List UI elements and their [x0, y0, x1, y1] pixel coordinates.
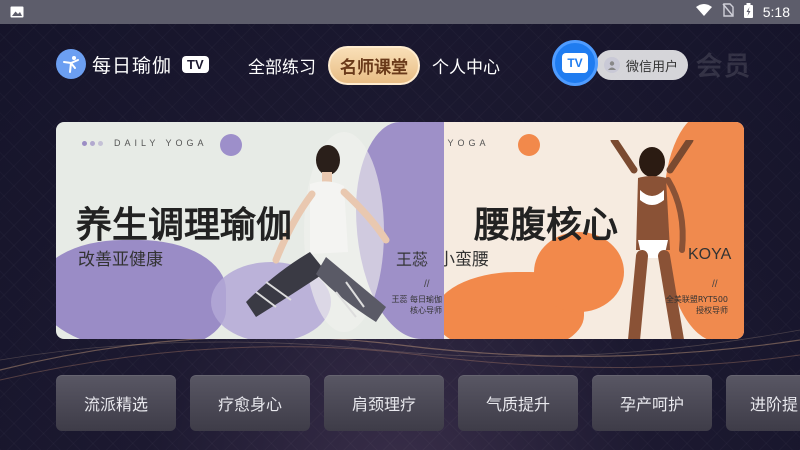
caption-line-1: 全美联盟RYT500 — [665, 295, 728, 304]
card-subtitle: 改善亚健康 — [78, 250, 163, 270]
category-row: 流派精选 疗愈身心 肩颈理疗 气质提升 孕产呵护 进阶提 — [56, 375, 800, 431]
battery-charging-icon — [743, 2, 753, 22]
logo-text: 每日瑜伽 — [92, 54, 173, 77]
category-temperament[interactable]: 气质提升 — [458, 375, 578, 431]
yoga-figure-icon — [56, 49, 86, 79]
caption-line-2: 授权导师 — [696, 306, 728, 315]
decor-slash: // — [712, 279, 718, 290]
instructor-name: KOYA — [688, 246, 732, 263]
category-school-selection[interactable]: 流派精选 — [56, 375, 176, 431]
category-pregnancy[interactable]: 孕产呵护 — [592, 375, 712, 431]
banner-card-wangrui[interactable]: DAILY YOGA 养生调理瑜伽 改善亚健康 王蕊 // 王蕊 每日瑜伽 核心… — [56, 122, 444, 339]
caption-line-1: 王蕊 每日瑜伽 — [391, 295, 442, 304]
decor-dot — [90, 141, 95, 146]
card-subtitle: 小蛮腰 — [444, 250, 489, 270]
category-neck-shoulder[interactable]: 肩颈理疗 — [324, 375, 444, 431]
instructor-caption: 王蕊 每日瑜伽 核心导师 — [366, 294, 442, 316]
category-healing[interactable]: 疗愈身心 — [190, 375, 310, 431]
decor-dot — [98, 141, 103, 146]
decor-dot — [82, 141, 87, 146]
wifi-icon — [695, 4, 712, 20]
card-title: 腰腹核心 — [474, 205, 619, 246]
card-title: 养生调理瑜伽 — [76, 205, 293, 246]
user-avatar-icon — [604, 57, 620, 73]
decor-circle — [518, 134, 540, 156]
wechat-user-button[interactable]: 微信用户 — [596, 50, 689, 80]
tv-icon[interactable]: TV — [552, 40, 598, 86]
caption-line-2: 核心导师 — [410, 306, 442, 315]
category-advanced[interactable]: 进阶提 — [726, 375, 800, 431]
status-time: 5:18 — [762, 4, 790, 20]
decor-dots — [82, 141, 103, 146]
ghost-vip-text: 会员 — [696, 52, 753, 82]
tab-master-class[interactable]: 名师课堂 — [328, 46, 420, 85]
tv-badge-label: TV — [562, 53, 588, 73]
instructor-caption: 全美联盟RYT500 授权导师 — [644, 294, 728, 316]
image-icon — [10, 3, 24, 22]
main-nav: 全部练习 名师课堂 个人中心 — [240, 46, 508, 85]
tab-all-practice[interactable]: 全部练习 — [240, 47, 324, 84]
app-logo[interactable]: 每日瑜伽 TV — [56, 49, 209, 79]
header: 每日瑜伽 TV 全部练习 名师课堂 个人中心 会员 微信用户 TV — [56, 40, 800, 88]
status-bar: 5:18 — [0, 0, 800, 24]
wechat-user-label: 微信用户 — [626, 59, 679, 75]
logo-tv-badge: TV — [182, 55, 209, 73]
decor-slash: // — [424, 279, 430, 290]
no-sim-icon — [722, 3, 734, 21]
banner-card-koya[interactable]: DAILY YOGA 腰腹核心 小蛮腰 KOYA // 全美联盟RYT500 授… — [444, 122, 744, 339]
tab-personal-center[interactable]: 个人中心 — [424, 47, 508, 84]
card-daily-yoga: DAILY YOGA — [114, 138, 208, 148]
instructor-name: 王蕊 — [396, 252, 429, 269]
card-daily-yoga: DAILY YOGA — [444, 138, 490, 148]
banner-carousel[interactable]: DAILY YOGA 养生调理瑜伽 改善亚健康 王蕊 // 王蕊 每日瑜伽 核心… — [56, 122, 744, 339]
